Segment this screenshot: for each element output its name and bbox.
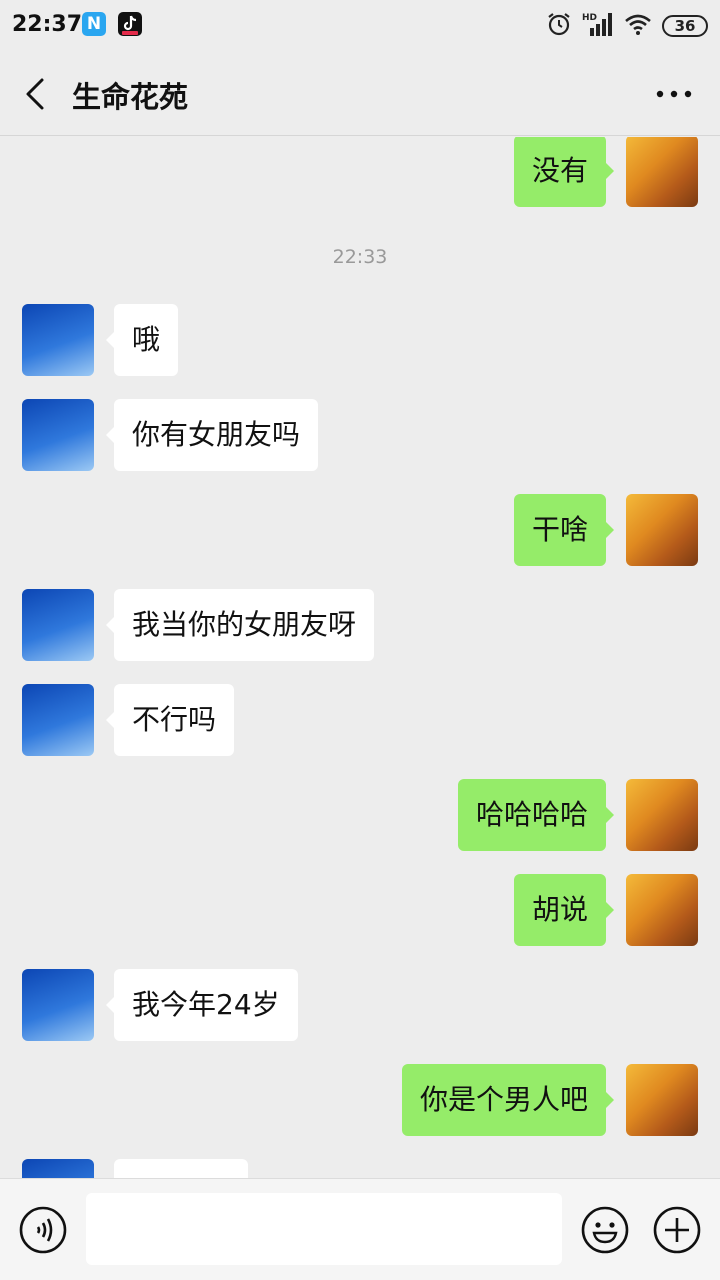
my-avatar[interactable] — [626, 1064, 698, 1136]
my-avatar[interactable] — [626, 494, 698, 566]
message-row: 你是个男人吧 — [0, 1064, 720, 1138]
message-bubble-sent[interactable]: 你是个男人吧 — [401, 1064, 615, 1136]
battery-indicator: 36 — [662, 15, 708, 37]
message-bubble-received[interactable]: 我当你的女朋友呀 — [105, 589, 375, 661]
message-bubble-sent[interactable]: 没有 — [513, 137, 615, 207]
emoji-button[interactable] — [580, 1205, 630, 1255]
contact-avatar[interactable] — [22, 684, 94, 756]
message-bubble-received[interactable]: 哦 — [105, 304, 179, 376]
more-dots-icon — [656, 90, 692, 98]
more-functions-button[interactable] — [652, 1205, 702, 1255]
message-row: 我当你的女朋友呀 — [0, 589, 720, 663]
contact-avatar[interactable] — [22, 304, 94, 376]
message-row — [0, 1159, 720, 1178]
chat-title: 生命花苑 — [72, 80, 189, 114]
message-bubble-received[interactable]: 我今年24岁 — [106, 969, 298, 1041]
message-bubble-sent[interactable]: 干啥 — [513, 494, 615, 566]
plus-icon — [653, 1206, 701, 1254]
status-bar: 22:37 N HD 36 — [0, 0, 720, 52]
more-button[interactable] — [654, 82, 694, 106]
app-notification-icon: N — [82, 12, 106, 36]
message-bubble-received[interactable]: 你有女朋友吗 — [105, 399, 319, 471]
my-avatar[interactable] — [626, 779, 698, 851]
status-icons: HD 36 — [546, 12, 708, 40]
contact-avatar[interactable] — [22, 1159, 94, 1178]
contact-avatar[interactable] — [22, 969, 94, 1041]
message-bubble-sent[interactable]: 哈哈哈哈 — [457, 779, 615, 851]
input-bar — [0, 1178, 720, 1280]
voice-icon — [19, 1206, 67, 1254]
signal-hd-label: HD — [582, 13, 597, 23]
back-arrow-icon — [26, 78, 44, 110]
status-time: 22:37 — [12, 12, 83, 37]
message-row: 干啥 — [0, 494, 720, 568]
message-row: 没有 — [0, 137, 720, 209]
contact-avatar[interactable] — [22, 399, 94, 471]
message-bubble-received[interactable] — [114, 1159, 248, 1178]
chat-header: 生命花苑 — [0, 52, 720, 136]
message-input[interactable] — [86, 1193, 562, 1265]
signal-icon: HD — [582, 11, 614, 41]
voice-button[interactable] — [18, 1205, 68, 1255]
message-row: 哦 — [0, 304, 720, 378]
message-row: 不行吗 — [0, 684, 720, 758]
message-bubble-sent[interactable]: 胡说 — [513, 874, 615, 946]
wifi-icon — [624, 12, 652, 40]
message-timestamp: 22:33 — [332, 246, 388, 268]
tiktok-notification-icon — [118, 12, 142, 36]
message-row: 我今年24岁 — [0, 969, 720, 1043]
emoji-icon — [581, 1206, 629, 1254]
alarm-icon — [546, 11, 572, 41]
message-list[interactable]: 没有 22:33 哦 你有女朋友吗 干啥 我当你的女朋友呀 不行吗 哈哈哈哈 胡… — [0, 137, 720, 1178]
my-avatar[interactable] — [626, 137, 698, 207]
my-avatar[interactable] — [626, 874, 698, 946]
message-row: 哈哈哈哈 — [0, 779, 720, 853]
message-bubble-received[interactable]: 不行吗 — [105, 684, 235, 756]
message-row: 你有女朋友吗 — [0, 399, 720, 473]
back-button[interactable] — [18, 74, 54, 114]
message-row: 胡说 — [0, 874, 720, 948]
contact-avatar[interactable] — [22, 589, 94, 661]
